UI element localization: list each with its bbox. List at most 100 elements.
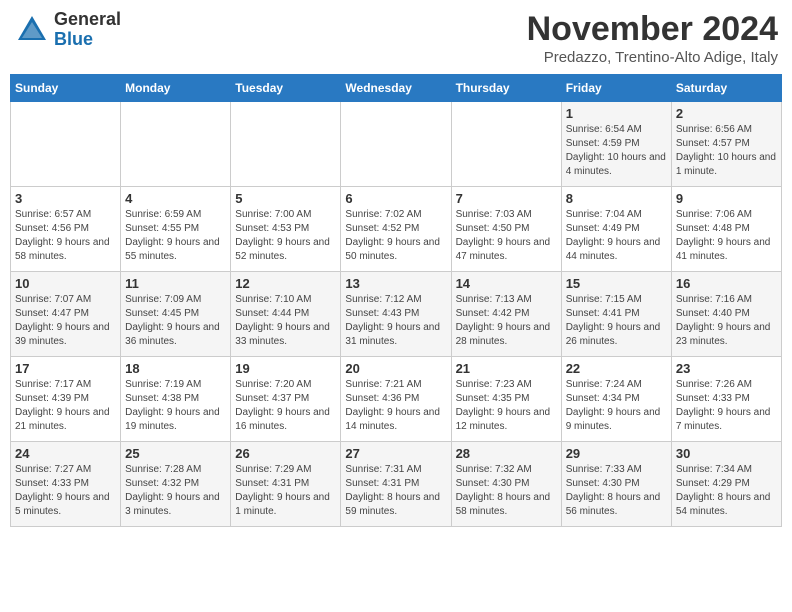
calendar-table: SundayMondayTuesdayWednesdayThursdayFrid… — [10, 74, 782, 527]
day-info: Sunrise: 7:12 AM Sunset: 4:43 PM Dayligh… — [345, 294, 440, 347]
day-number: 2 — [676, 106, 777, 121]
logo-text: General Blue — [54, 10, 121, 50]
day-number: 23 — [676, 361, 777, 376]
day-info: Sunrise: 7:20 AM Sunset: 4:37 PM Dayligh… — [235, 379, 330, 432]
day-cell: 7Sunrise: 7:03 AM Sunset: 4:50 PM Daylig… — [451, 187, 561, 272]
day-info: Sunrise: 7:32 AM Sunset: 4:30 PM Dayligh… — [456, 464, 551, 517]
day-info: Sunrise: 7:07 AM Sunset: 4:47 PM Dayligh… — [15, 294, 110, 347]
day-number: 15 — [566, 276, 667, 291]
location-subtitle: Predazzo, Trentino-Alto Adige, Italy — [527, 49, 778, 66]
day-number: 6 — [345, 191, 446, 206]
day-number: 19 — [235, 361, 336, 376]
day-info: Sunrise: 7:13 AM Sunset: 4:42 PM Dayligh… — [456, 294, 551, 347]
day-cell: 26 Sunrise: 7:29 AM Sunset: 4:31 PM Dayli… — [231, 442, 341, 527]
header-saturday: Saturday — [671, 75, 781, 102]
day-info: Sunrise: 6:59 AM Sunset: 4:55 PM Dayligh… — [125, 209, 220, 262]
week-row-4: 17 Sunrise: 7:17 AM Sunset: 4:39 PM Dayli… — [11, 357, 782, 442]
day-info: Sunrise: 7:04 AM Sunset: 4:49 PM Dayligh… — [566, 209, 661, 262]
header-sunday: Sunday — [11, 75, 121, 102]
day-info: Sunrise: 7:28 AM Sunset: 4:32 PM Dayligh… — [125, 464, 220, 517]
day-info: Sunrise: 7:27 AM Sunset: 4:33 PM Dayligh… — [15, 464, 110, 517]
day-cell — [121, 102, 231, 187]
page-header: General Blue November 2024 Predazzo, Tre… — [10, 10, 782, 66]
day-cell: 28Sunrise: 7:32 AM Sunset: 4:30 PM Dayli… — [451, 442, 561, 527]
week-row-1: 1Sunrise: 6:54 AM Sunset: 4:59 PM Daylig… — [11, 102, 782, 187]
day-cell — [231, 102, 341, 187]
day-info: Sunrise: 7:19 AM Sunset: 4:38 PM Dayligh… — [125, 379, 220, 432]
day-info: Sunrise: 7:03 AM Sunset: 4:50 PM Dayligh… — [456, 209, 551, 262]
day-number: 4 — [125, 191, 226, 206]
day-cell: 9Sunrise: 7:06 AM Sunset: 4:48 PM Daylig… — [671, 187, 781, 272]
day-info: Sunrise: 6:56 AM Sunset: 4:57 PM Dayligh… — [676, 124, 776, 177]
day-info: Sunrise: 7:10 AM Sunset: 4:44 PM Dayligh… — [235, 294, 330, 347]
day-cell: 17 Sunrise: 7:17 AM Sunset: 4:39 PM Dayli… — [11, 357, 121, 442]
day-number: 26 — [235, 446, 336, 461]
day-number: 21 — [456, 361, 557, 376]
day-cell: 18 Sunrise: 7:19 AM Sunset: 4:38 PM Dayli… — [121, 357, 231, 442]
month-title: November 2024 — [527, 10, 778, 49]
day-info: Sunrise: 7:23 AM Sunset: 4:35 PM Dayligh… — [456, 379, 551, 432]
day-info: Sunrise: 7:31 AM Sunset: 4:31 PM Dayligh… — [345, 464, 440, 517]
day-cell: 2 Sunrise: 6:56 AM Sunset: 4:57 PM Daylig… — [671, 102, 781, 187]
day-info: Sunrise: 7:09 AM Sunset: 4:45 PM Dayligh… — [125, 294, 220, 347]
logo: General Blue — [14, 10, 121, 50]
day-number: 8 — [566, 191, 667, 206]
header-thursday: Thursday — [451, 75, 561, 102]
day-number: 10 — [15, 276, 116, 291]
logo-icon — [14, 12, 50, 48]
header-tuesday: Tuesday — [231, 75, 341, 102]
day-cell: 24 Sunrise: 7:27 AM Sunset: 4:33 PM Dayli… — [11, 442, 121, 527]
day-info: Sunrise: 7:29 AM Sunset: 4:31 PM Dayligh… — [235, 464, 330, 517]
day-info: Sunrise: 7:26 AM Sunset: 4:33 PM Dayligh… — [676, 379, 771, 432]
day-number: 24 — [15, 446, 116, 461]
logo-blue: Blue — [54, 30, 121, 50]
day-cell: 16Sunrise: 7:16 AM Sunset: 4:40 PM Dayli… — [671, 272, 781, 357]
day-cell: 14 Sunrise: 7:13 AM Sunset: 4:42 PM Dayli… — [451, 272, 561, 357]
day-number: 14 — [456, 276, 557, 291]
day-cell: 22Sunrise: 7:24 AM Sunset: 4:34 PM Dayli… — [561, 357, 671, 442]
day-cell: 13Sunrise: 7:12 AM Sunset: 4:43 PM Dayli… — [341, 272, 451, 357]
week-row-5: 24 Sunrise: 7:27 AM Sunset: 4:33 PM Dayli… — [11, 442, 782, 527]
day-info: Sunrise: 7:33 AM Sunset: 4:30 PM Dayligh… — [566, 464, 661, 517]
day-info: Sunrise: 7:06 AM Sunset: 4:48 PM Dayligh… — [676, 209, 771, 262]
day-number: 3 — [15, 191, 116, 206]
title-block: November 2024 Predazzo, Trentino-Alto Ad… — [527, 10, 778, 66]
day-info: Sunrise: 7:00 AM Sunset: 4:53 PM Dayligh… — [235, 209, 330, 262]
day-number: 22 — [566, 361, 667, 376]
day-info: Sunrise: 7:21 AM Sunset: 4:36 PM Dayligh… — [345, 379, 440, 432]
day-info: Sunrise: 7:02 AM Sunset: 4:52 PM Dayligh… — [345, 209, 440, 262]
calendar-header: SundayMondayTuesdayWednesdayThursdayFrid… — [11, 75, 782, 102]
day-info: Sunrise: 7:17 AM Sunset: 4:39 PM Dayligh… — [15, 379, 110, 432]
day-cell: 27 Sunrise: 7:31 AM Sunset: 4:31 PM Dayli… — [341, 442, 451, 527]
day-cell: 15 Sunrise: 7:15 AM Sunset: 4:41 PM Dayli… — [561, 272, 671, 357]
day-cell: 1Sunrise: 6:54 AM Sunset: 4:59 PM Daylig… — [561, 102, 671, 187]
header-friday: Friday — [561, 75, 671, 102]
day-cell: 5Sunrise: 7:00 AM Sunset: 4:53 PM Daylig… — [231, 187, 341, 272]
day-number: 20 — [345, 361, 446, 376]
day-number: 18 — [125, 361, 226, 376]
day-cell: 3 Sunrise: 6:57 AM Sunset: 4:56 PM Daylig… — [11, 187, 121, 272]
day-info: Sunrise: 7:15 AM Sunset: 4:41 PM Dayligh… — [566, 294, 661, 347]
day-cell: 12 Sunrise: 7:10 AM Sunset: 4:44 PM Dayli… — [231, 272, 341, 357]
day-cell: 19 Sunrise: 7:20 AM Sunset: 4:37 PM Dayli… — [231, 357, 341, 442]
week-row-2: 3 Sunrise: 6:57 AM Sunset: 4:56 PM Daylig… — [11, 187, 782, 272]
day-number: 11 — [125, 276, 226, 291]
day-number: 12 — [235, 276, 336, 291]
day-info: Sunrise: 6:57 AM Sunset: 4:56 PM Dayligh… — [15, 209, 110, 262]
day-cell: 4 Sunrise: 6:59 AM Sunset: 4:55 PM Daylig… — [121, 187, 231, 272]
day-cell — [451, 102, 561, 187]
day-number: 17 — [15, 361, 116, 376]
day-number: 27 — [345, 446, 446, 461]
day-number: 1 — [566, 106, 667, 121]
header-monday: Monday — [121, 75, 231, 102]
header-row: SundayMondayTuesdayWednesdayThursdayFrid… — [11, 75, 782, 102]
day-cell — [341, 102, 451, 187]
day-cell: 20 Sunrise: 7:21 AM Sunset: 4:36 PM Dayli… — [341, 357, 451, 442]
day-cell: 29 Sunrise: 7:33 AM Sunset: 4:30 PM Dayli… — [561, 442, 671, 527]
day-number: 29 — [566, 446, 667, 461]
day-cell: 25Sunrise: 7:28 AM Sunset: 4:32 PM Dayli… — [121, 442, 231, 527]
logo-general: General — [54, 10, 121, 30]
week-row-3: 10 Sunrise: 7:07 AM Sunset: 4:47 PM Dayli… — [11, 272, 782, 357]
day-cell: 30Sunrise: 7:34 AM Sunset: 4:29 PM Dayli… — [671, 442, 781, 527]
day-cell: 6 Sunrise: 7:02 AM Sunset: 4:52 PM Daylig… — [341, 187, 451, 272]
